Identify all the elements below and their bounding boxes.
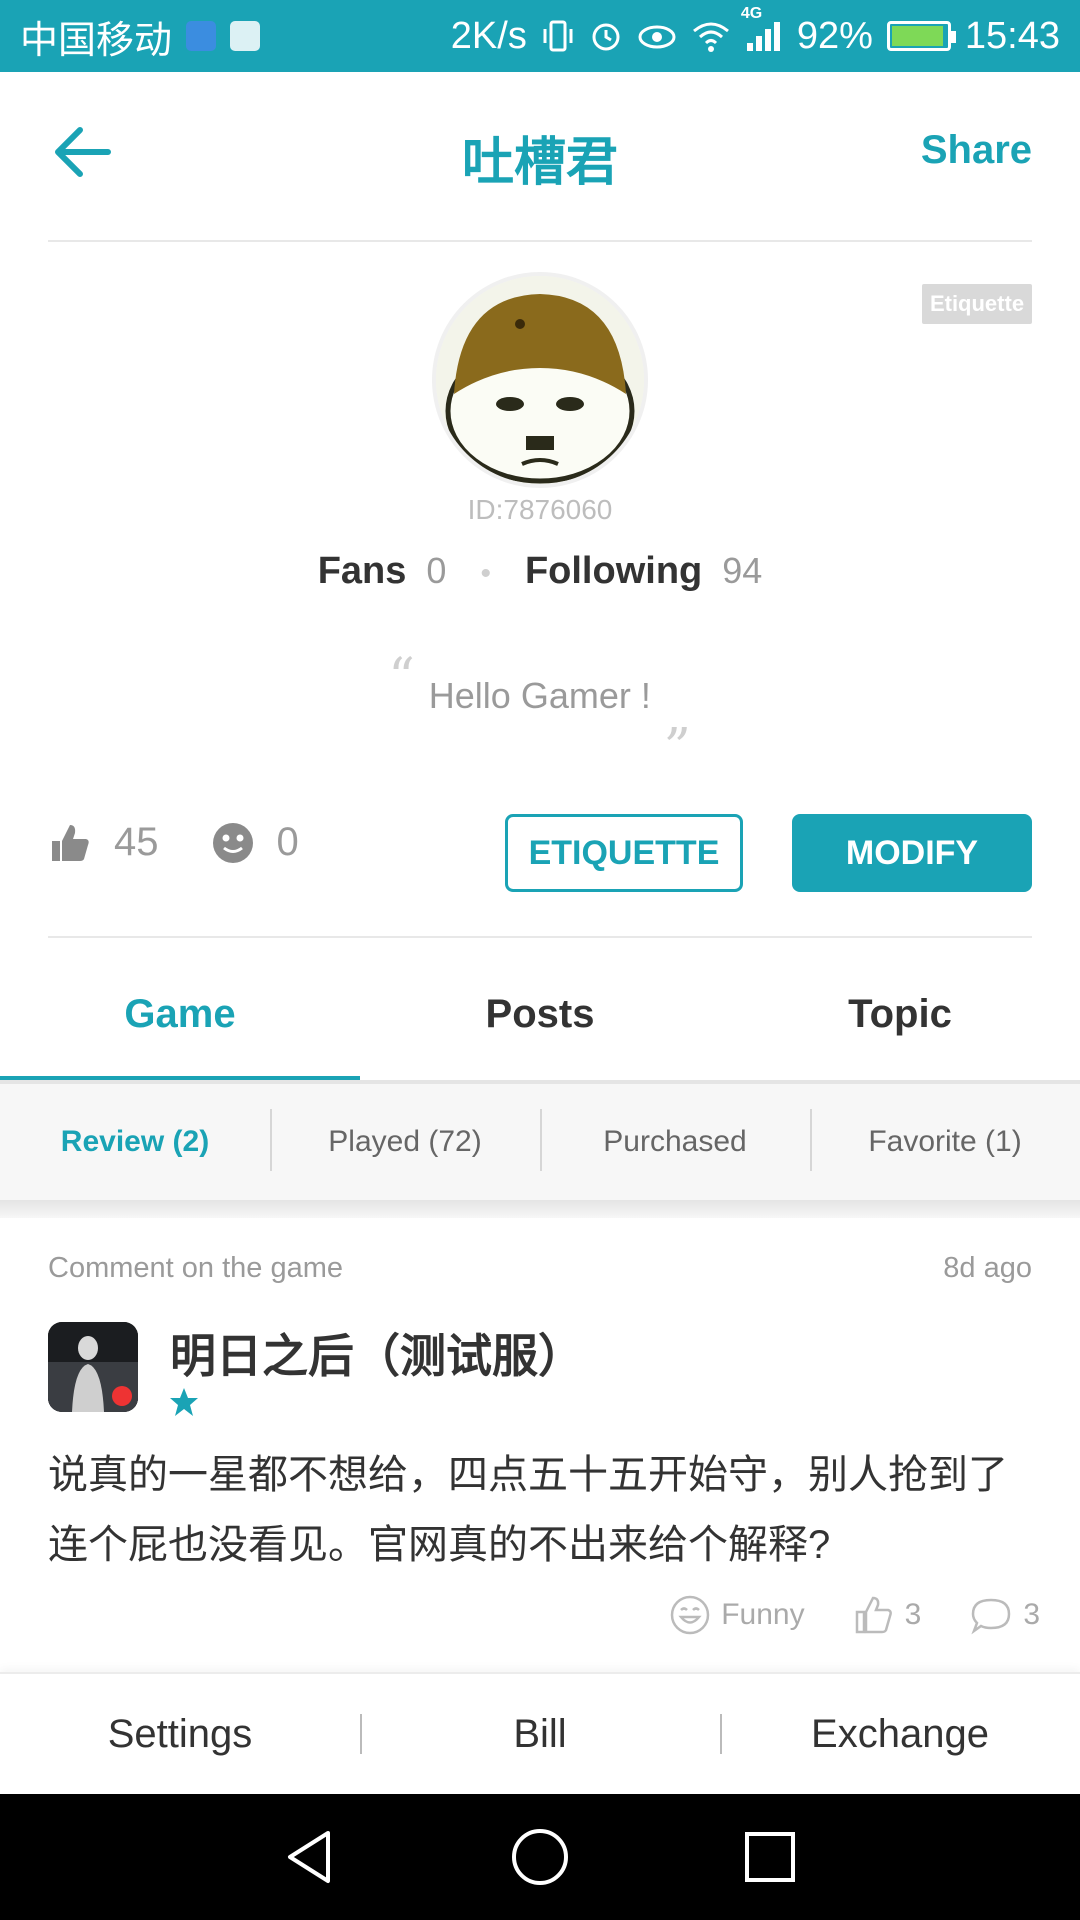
- subtab-review[interactable]: Review (2): [0, 1125, 270, 1159]
- signature: “ Hello Gamer ! „: [0, 652, 1080, 742]
- subtab-purchased[interactable]: Purchased: [540, 1109, 810, 1171]
- net-speed: 2K/s: [450, 14, 527, 57]
- image-notification-icon: [230, 21, 261, 51]
- exchange-button[interactable]: Exchange: [720, 1712, 1080, 1757]
- review-text[interactable]: 说真的一星都不想给，四点五十五开始守，别人抢到了连个屁也没看见。官网真的不出来给…: [48, 1440, 1038, 1580]
- nav-back-icon[interactable]: [280, 1827, 340, 1887]
- avatar-image: [436, 276, 644, 484]
- page-title: 吐槽君: [461, 134, 618, 192]
- funny-label: Funny: [721, 1598, 805, 1631]
- carrier-name: 中国移动: [20, 19, 173, 62]
- signature-text: Hello Gamer !: [428, 675, 651, 716]
- review-card-label: Comment on the game: [48, 1252, 343, 1284]
- status-bar: 中国移动 2K/s 4G 92% 15:43: [0, 0, 1080, 72]
- eye-comfort-icon: [637, 19, 677, 53]
- rating-star-icon: [170, 1388, 198, 1416]
- etiquette-button[interactable]: ETIQUETTE: [505, 814, 743, 892]
- close-quote-icon: „: [664, 686, 692, 746]
- review-timestamp: 8d ago: [943, 1252, 1032, 1284]
- game-icon[interactable]: [48, 1322, 138, 1412]
- tab-game[interactable]: Game: [0, 960, 360, 1084]
- modify-button[interactable]: MODIFY: [792, 814, 1032, 892]
- settings-button[interactable]: Settings: [0, 1712, 360, 1757]
- follow-stats: Fans 0 • Following 94: [0, 550, 1080, 593]
- emoji-face-icon: [212, 822, 253, 863]
- comment-bubble-icon: [971, 1598, 1011, 1635]
- following-count[interactable]: 94: [722, 550, 762, 592]
- nav-home-icon[interactable]: [510, 1827, 570, 1887]
- avatar[interactable]: [432, 272, 648, 488]
- likes-count: 45: [114, 820, 159, 864]
- status-right: 2K/s 4G 92% 15:43: [450, 5, 1060, 58]
- funny-face-icon: [670, 1595, 710, 1635]
- network-type: 4G: [740, 5, 763, 22]
- game-title[interactable]: 明日之后（测试服）: [170, 1320, 584, 1386]
- emoji-count: 0: [276, 820, 299, 864]
- comment-count: 3: [1023, 1598, 1040, 1631]
- game-cover-image: [48, 1322, 138, 1412]
- clock: 15:43: [964, 14, 1060, 57]
- app-header: 吐槽君 Share: [0, 72, 1080, 240]
- status-left: 中国移动: [20, 9, 261, 64]
- comment-button[interactable]: 3: [969, 1594, 1040, 1636]
- main-tabs: Game Posts Topic: [0, 960, 1080, 1084]
- like-count: 3: [904, 1598, 922, 1631]
- thumbs-up-outline-icon: [855, 1596, 892, 1634]
- system-nav-bar: [0, 1794, 1080, 1920]
- subtab-favorite[interactable]: Favorite (1): [810, 1109, 1080, 1171]
- user-id: ID:7876060: [467, 494, 613, 525]
- bottom-menu: Settings Bill Exchange: [0, 1672, 1080, 1794]
- etiquette-tag[interactable]: Etiquette: [922, 284, 1032, 324]
- tab-topic[interactable]: Topic: [720, 960, 1080, 1084]
- subtab-shadow: [0, 1200, 1080, 1218]
- funny-button[interactable]: Funny: [669, 1594, 805, 1636]
- bill-button[interactable]: Bill: [360, 1712, 720, 1757]
- subtab-played[interactable]: Played (72): [270, 1109, 540, 1171]
- thumbs-up-icon: [52, 824, 89, 861]
- nav-recents-icon[interactable]: [740, 1827, 800, 1887]
- fans-count[interactable]: 0: [426, 550, 446, 592]
- battery-percent: 92%: [796, 14, 873, 57]
- vibrate-icon: [541, 19, 575, 53]
- tab-posts[interactable]: Posts: [360, 960, 720, 1084]
- separator-dot: •: [480, 557, 491, 590]
- hotspot-icon: [186, 21, 217, 51]
- like-button[interactable]: 3: [853, 1594, 922, 1636]
- battery-icon: [886, 21, 956, 51]
- sub-tabs: Review (2) Played (72) Purchased Favorit…: [0, 1084, 1080, 1200]
- signal-icon: 4G: [741, 5, 783, 53]
- wifi-icon: [691, 19, 731, 53]
- review-actions: Funny 3 3: [639, 1594, 1040, 1636]
- profile-stats: 45 0: [48, 820, 329, 865]
- stats-divider: [48, 936, 1032, 938]
- share-button[interactable]: Share: [921, 128, 1032, 173]
- following-label[interactable]: Following: [525, 550, 702, 593]
- fans-label[interactable]: Fans: [318, 550, 407, 593]
- header-divider: [48, 240, 1032, 242]
- open-quote-icon: “: [388, 648, 415, 708]
- alarm-icon: [589, 19, 623, 53]
